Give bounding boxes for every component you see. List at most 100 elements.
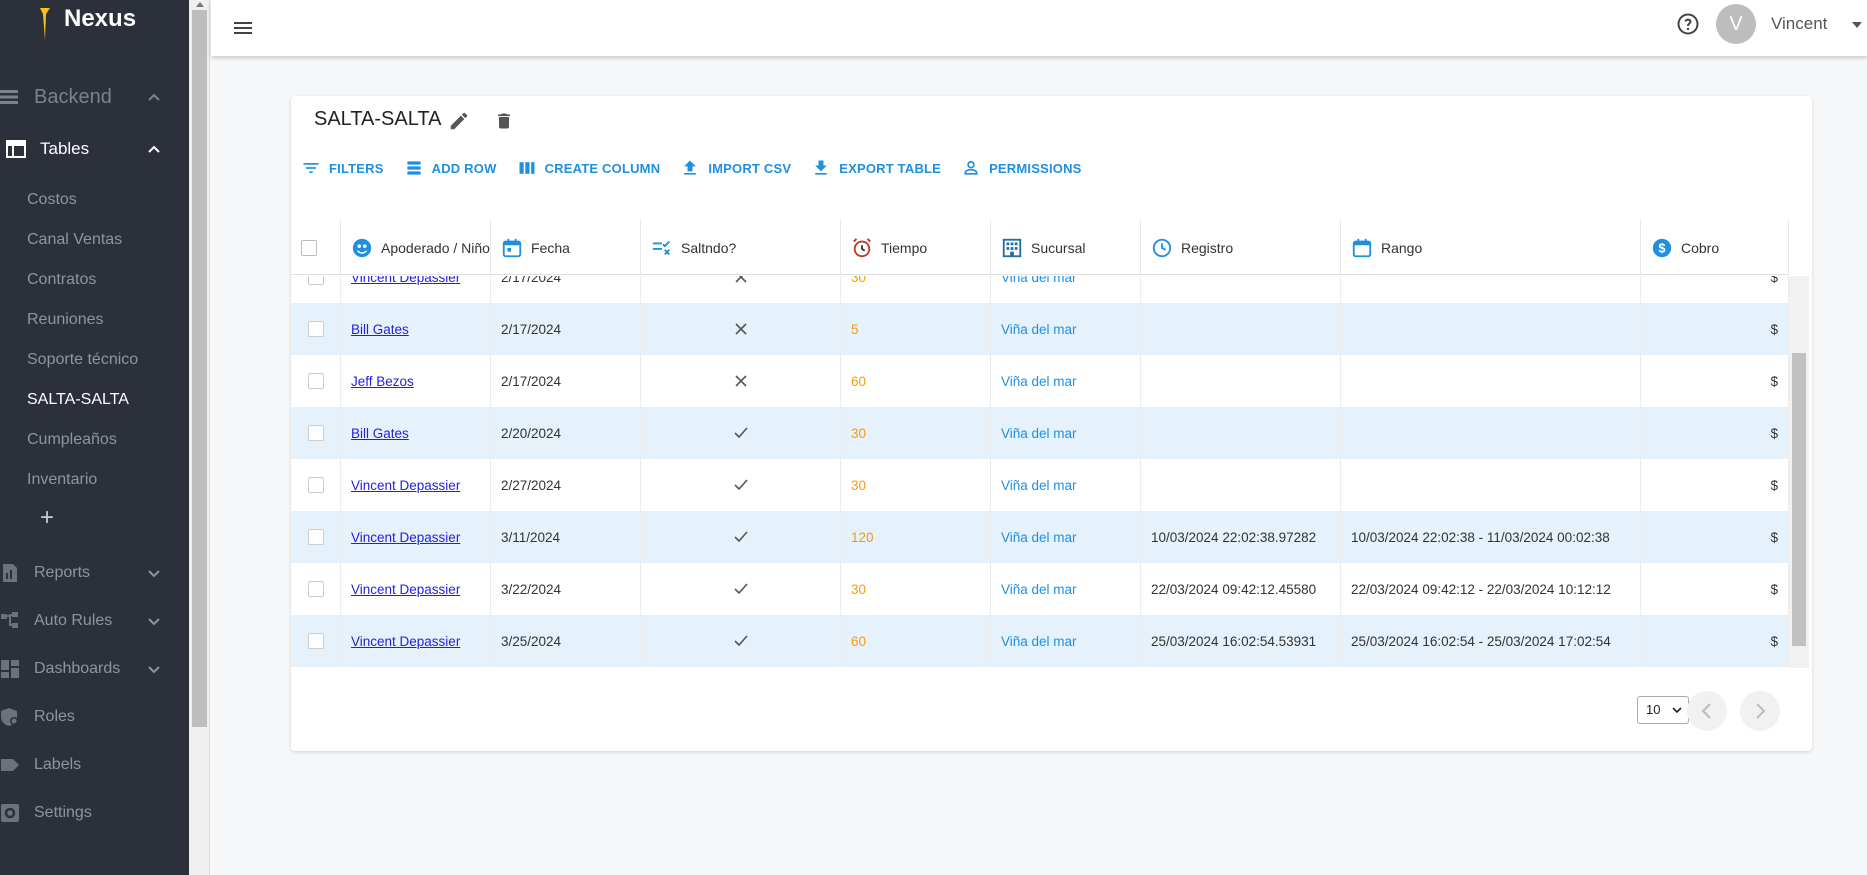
row-checkbox[interactable] <box>308 633 324 649</box>
edit-pencil-icon[interactable] <box>448 110 470 132</box>
sidebar-section-reports[interactable]: Reports <box>0 549 189 597</box>
permissions-button[interactable]: PERMISSIONS <box>961 158 1082 178</box>
table-row[interactable]: Vincent Depassier 3/22/2024 30 Viña del mar… <box>291 563 1789 615</box>
table-row[interactable]: Bill Gates 2/17/2024 5 Viña del mar $ <box>291 303 1789 355</box>
select-all-checkbox[interactable] <box>301 239 317 256</box>
apoderado-link[interactable]: Bill Gates <box>351 322 409 337</box>
cell-tiempo: 30 <box>841 407 991 459</box>
caret-down-icon[interactable] <box>1851 20 1863 30</box>
row-checkbox[interactable] <box>308 477 324 493</box>
sidebar-item-canal-ventas[interactable]: Canal Ventas <box>0 220 189 260</box>
sidebar-item-cumpleanos[interactable]: Cumpleaños <box>0 420 189 460</box>
sidebar-section-label: Labels <box>34 756 82 773</box>
add-table-button[interactable]: + <box>0 500 189 540</box>
cell-tiempo: 30 <box>841 276 991 303</box>
tiempo-value: 5 <box>851 321 859 337</box>
row-checkbox[interactable] <box>308 321 324 337</box>
sidebar-section-tables[interactable]: Tables <box>0 125 189 173</box>
sidebar-section-auto-rules[interactable]: Auto Rules <box>0 597 189 645</box>
sidebar-section-roles[interactable]: Roles <box>0 693 189 741</box>
fecha-value: 3/11/2024 <box>501 529 561 545</box>
column-header-saltando[interactable]: Saltndo? <box>641 220 841 275</box>
sidebar-section-settings[interactable]: Settings <box>0 789 189 837</box>
row-select-cell <box>291 276 341 303</box>
username[interactable]: Vincent <box>1771 14 1827 34</box>
column-header-rango[interactable]: Rango <box>1341 220 1641 275</box>
avatar[interactable]: V <box>1716 4 1756 44</box>
apoderado-link[interactable]: Vincent Depassier <box>351 582 460 597</box>
filters-button[interactable]: FILTERS <box>301 158 384 178</box>
page-size-select[interactable]: 10 <box>1637 696 1689 724</box>
column-header-tiempo[interactable]: Tiempo <box>841 220 991 275</box>
table-header: Apoderado / Niño Fecha Saltndo? Tiempo S… <box>291 220 1789 275</box>
app-logo[interactable]: Nexus <box>0 0 189 48</box>
check-icon <box>733 635 748 647</box>
row-checkbox[interactable] <box>308 276 324 285</box>
import-csv-button[interactable]: IMPORT CSV <box>680 158 791 178</box>
table-row[interactable]: Vincent Depassier 3/11/2024 120 Viña del ma… <box>291 511 1789 563</box>
sidebar-item-salta-salta[interactable]: SALTA-SALTA <box>0 380 189 420</box>
cell-apoderado: Vincent Depassier <box>341 459 491 511</box>
cell-sucursal: Viña del mar <box>991 459 1141 511</box>
cell-cobro: $ <box>1641 355 1789 407</box>
table-row[interactable]: Vincent Depassier 2/17/2024 30 Viña del mar… <box>291 276 1789 303</box>
table-row[interactable]: Jeff Bezos 2/17/2024 60 Viña del mar $ <box>291 355 1789 407</box>
trash-icon[interactable] <box>494 110 514 132</box>
cell-tiempo: 30 <box>841 563 991 615</box>
row-checkbox[interactable] <box>308 425 324 441</box>
apoderado-link[interactable]: Vincent Depassier <box>351 530 460 545</box>
sidebar-item-soporte-tecnico[interactable]: Soporte técnico <box>0 340 189 380</box>
sidebar-item-contratos[interactable]: Contratos <box>0 260 189 300</box>
table-row[interactable]: Vincent Depassier 3/25/2024 60 Viña del mar… <box>291 615 1789 667</box>
column-header-apoderado[interactable]: Apoderado / Niño <box>341 220 491 275</box>
check-icon <box>733 531 748 543</box>
cell-saltando <box>641 407 841 459</box>
scroll-up-arrow-icon[interactable] <box>195 0 205 8</box>
column-header-fecha[interactable]: Fecha <box>491 220 641 275</box>
apoderado-link[interactable]: Vincent Depassier <box>351 276 460 285</box>
add-row-button[interactable]: ADD ROW <box>404 158 497 178</box>
sidebar-section-labels[interactable]: Labels <box>0 741 189 789</box>
cell-saltando <box>641 276 841 303</box>
table-row[interactable]: Bill Gates 2/20/2024 30 Viña del mar $ <box>291 407 1789 459</box>
bolt-logo-icon <box>40 8 50 40</box>
column-header-label: Rango <box>1381 239 1423 256</box>
sidebar-item-costos[interactable]: Costos <box>0 180 189 220</box>
column-header-cobro[interactable]: $ Cobro <box>1641 220 1789 275</box>
cell-saltando <box>641 511 841 563</box>
cell-cobro: $ <box>1641 303 1789 355</box>
create-column-button[interactable]: CREATE COLUMN <box>517 158 661 178</box>
next-page-button[interactable] <box>1740 691 1780 731</box>
apoderado-link[interactable]: Vincent Depassier <box>351 478 460 493</box>
sidebar-scrollbar-thumb[interactable] <box>192 10 207 727</box>
table-scrollbar-thumb[interactable] <box>1792 353 1806 646</box>
sidebar-item-reuniones[interactable]: Reuniones <box>0 300 189 340</box>
apoderado-link[interactable]: Bill Gates <box>351 426 409 441</box>
export-table-button[interactable]: EXPORT TABLE <box>811 158 941 178</box>
table-row[interactable]: Vincent Depassier 2/27/2024 30 Viña del mar… <box>291 459 1789 511</box>
fecha-value: 3/22/2024 <box>501 581 562 597</box>
hamburger-menu-icon[interactable] <box>231 16 255 40</box>
apoderado-link[interactable]: Vincent Depassier <box>351 634 460 649</box>
row-checkbox[interactable] <box>308 529 324 545</box>
sidebar-section-backend[interactable]: Backend <box>0 73 189 121</box>
cell-rango: 22/03/2024 09:42:12 - 22/03/2024 10:12:1… <box>1341 563 1641 615</box>
apoderado-link[interactable]: Jeff Bezos <box>351 374 414 389</box>
column-header-registro[interactable]: Registro <box>1141 220 1341 275</box>
table-icon <box>6 140 26 158</box>
row-checkbox[interactable] <box>308 373 324 389</box>
fecha-value: 2/17/2024 <box>501 276 562 285</box>
help-icon[interactable] <box>1676 12 1700 36</box>
cell-registro <box>1141 355 1341 407</box>
sidebar-section-dashboards[interactable]: Dashboards <box>0 645 189 693</box>
cell-saltando <box>641 615 841 667</box>
column-header-sucursal[interactable]: Sucursal <box>991 220 1141 275</box>
row-checkbox[interactable] <box>308 581 324 597</box>
sidebar-item-inventario[interactable]: Inventario <box>0 460 189 500</box>
column-header-label: Cobro <box>1681 239 1720 256</box>
dollar-icon: $ <box>1652 238 1672 257</box>
sucursal-value: Viña del mar <box>1001 321 1077 337</box>
prev-page-button[interactable] <box>1687 691 1727 731</box>
chevron-up-icon <box>148 93 160 101</box>
fecha-value: 2/17/2024 <box>501 373 562 389</box>
